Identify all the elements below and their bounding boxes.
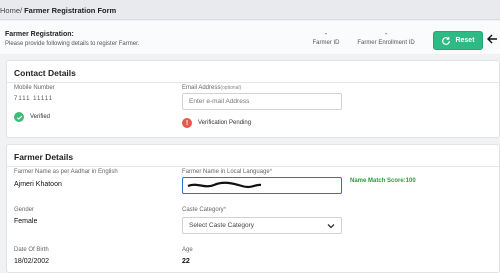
local-name-label-text: Farmer Name in Local Language <box>182 169 270 175</box>
email-input[interactable] <box>182 93 342 110</box>
divider <box>7 166 499 167</box>
dob-value: 18/02/2002 <box>14 258 50 265</box>
contact-details-heading: Contact Details <box>14 68 76 78</box>
breadcrumb-home-link[interactable]: Home/ <box>0 6 22 15</box>
email-verification-status: ! Verification Pending <box>182 118 251 128</box>
refresh-icon <box>442 36 451 45</box>
name-match-score: Name Match Score:100 <box>350 178 416 184</box>
verified-text: Verified <box>30 114 51 120</box>
dob-label: Date Of Birth <box>14 247 49 253</box>
mobile-label: Mobile Number <box>14 85 55 91</box>
reset-label: Reset <box>455 37 475 44</box>
divider <box>7 82 499 83</box>
mobile-verified-status: Verified <box>14 112 50 122</box>
farmer-id-label: Farmer ID <box>312 40 340 46</box>
email-optional: (optional) <box>220 85 242 91</box>
caste-category-select[interactable]: Select Caste Category <box>182 217 342 234</box>
page-subtitle: Please provide following details to regi… <box>5 41 140 47</box>
caste-placeholder: Select Caste Category <box>189 222 255 229</box>
alert-circle-icon: ! <box>182 118 192 128</box>
local-name-input[interactable] <box>182 177 342 194</box>
age-value: 22 <box>182 258 190 265</box>
farmer-details-heading: Farmer Details <box>14 152 74 162</box>
gender-value: Female <box>14 218 38 225</box>
caste-label-text: Caste Category <box>182 207 224 213</box>
aadhar-name-value: Ajmeri Khatoon <box>14 181 62 188</box>
caste-label: Caste Category* <box>182 207 226 213</box>
check-circle-icon <box>14 112 24 122</box>
farmer-details-card: Farmer Details Farmer Name as per Aadhar… <box>6 144 500 273</box>
local-name-label: Farmer Name in Local Language* <box>182 169 272 175</box>
gender-label: Gender <box>14 207 35 213</box>
farmer-id-block: - Farmer ID <box>308 31 344 46</box>
form-header: Farmer Registration: Please provide foll… <box>0 21 500 54</box>
breadcrumb: Home/Farmer Registration Form <box>0 0 500 20</box>
required-mark: * <box>269 169 273 175</box>
contact-details-card: Contact Details Mobile Number 7111 11111… <box>6 60 500 138</box>
aadhar-name-label: Farmer Name as per Aadhar in English <box>14 169 118 175</box>
enrollment-id-label: Farmer Enrollment ID <box>357 40 415 46</box>
breadcrumb-current: Farmer Registration Form <box>24 6 117 15</box>
farmer-id-value: - <box>324 31 328 38</box>
age-label: Age <box>182 247 193 253</box>
pending-text: Verification Pending <box>198 120 252 126</box>
arrow-left-icon[interactable] <box>486 32 498 46</box>
redacted-text <box>187 181 262 189</box>
page-title: Farmer Registration: <box>5 31 74 38</box>
reset-button[interactable]: Reset <box>433 31 483 50</box>
chevron-down-icon <box>327 223 335 228</box>
email-label: Email Address(optional) <box>182 85 241 91</box>
mobile-value: 7111 11111 <box>14 96 54 102</box>
email-label-text: Email Address <box>182 85 221 91</box>
enrollment-id-block: - Farmer Enrollment ID <box>353 31 419 46</box>
required-mark: * <box>223 207 227 213</box>
enrollment-id-value: - <box>384 31 388 38</box>
